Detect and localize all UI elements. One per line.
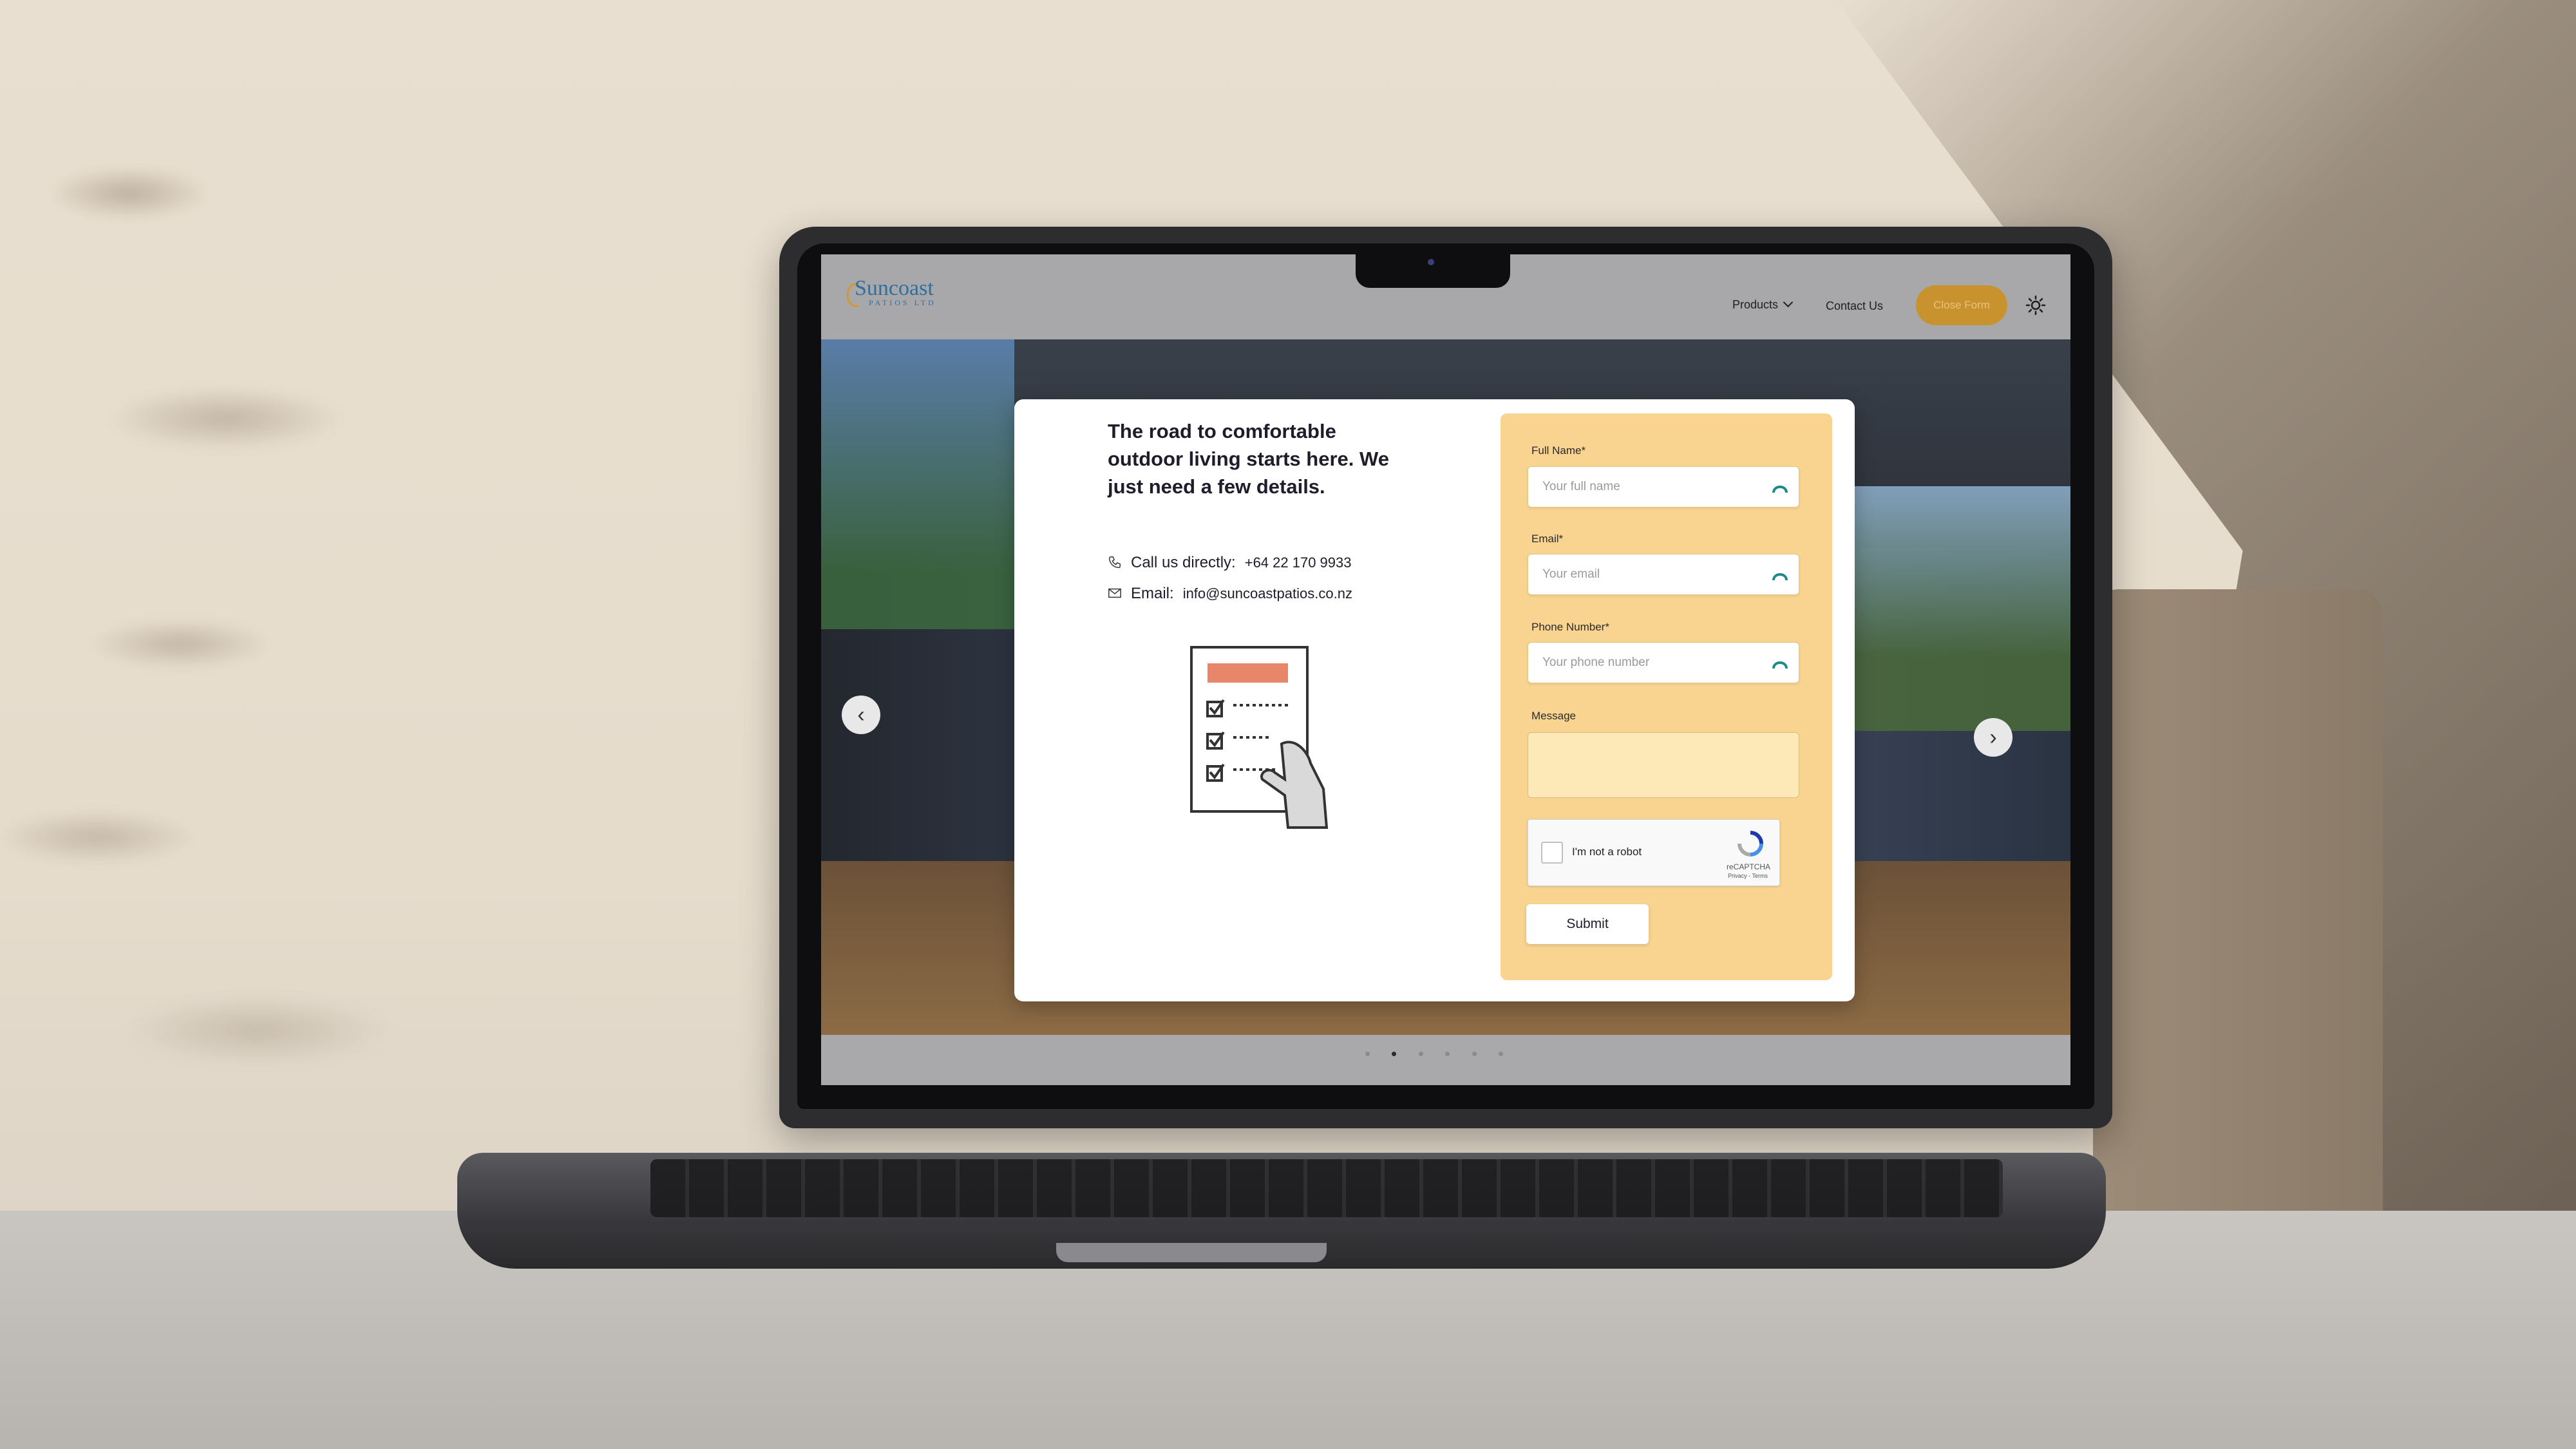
checklist-illustration-icon: [1190, 646, 1329, 829]
email-row: Email: info@suncoastpatios.co.nz: [1108, 585, 1352, 603]
slider-prev-button[interactable]: ‹: [842, 696, 880, 734]
hero-image-sky-left: [821, 339, 1014, 629]
phone-icon: [1109, 556, 1121, 568]
slider-dot-active[interactable]: [1392, 1052, 1397, 1056]
recaptcha-terms[interactable]: Privacy - Terms: [1728, 873, 1768, 879]
password-manager-icon[interactable]: [1772, 656, 1788, 670]
recaptcha-label: I'm not a robot: [1572, 846, 1642, 858]
sun-icon[interactable]: [2025, 295, 2046, 316]
slider-dots: [1356, 1048, 1513, 1059]
message-textarea[interactable]: [1528, 732, 1799, 798]
recaptcha-widget: I'm not a robot reCAPTCHA Privacy - Term…: [1528, 819, 1780, 886]
slider-next-button[interactable]: ›: [1974, 718, 2012, 757]
contact-form-modal: The road to comfortable outdoor living s…: [1014, 399, 1855, 1001]
password-manager-icon[interactable]: [1772, 480, 1788, 494]
slider-dot[interactable]: [1499, 1052, 1504, 1056]
email-placeholder: Your email: [1542, 567, 1600, 581]
slider-dot[interactable]: [1418, 1052, 1423, 1056]
logo-subtext: PATIOS LTD: [869, 298, 936, 307]
full-name-placeholder: Your full name: [1542, 480, 1620, 493]
laptop-screen: Suncoast PATIOS LTD Products Contact Us …: [821, 254, 2070, 1085]
leaf-shadow: [0, 0, 708, 1288]
call-row: Call us directly: +64 22 170 9933: [1108, 554, 1352, 572]
form-panel: Full Name* Your full name Email* Your em…: [1501, 413, 1832, 980]
laptop-front-notch: [1056, 1243, 1327, 1262]
email-field-label: Email*: [1531, 533, 1564, 545]
slider-dot[interactable]: [1445, 1052, 1450, 1056]
email-address[interactable]: info@suncoastpatios.co.nz: [1183, 585, 1352, 601]
laptop-keyboard: [650, 1159, 2003, 1217]
phone-field-label: Phone Number*: [1531, 621, 1609, 633]
message-label: Message: [1531, 710, 1576, 722]
background-box: [2093, 589, 2383, 1220]
recaptcha-checkbox[interactable]: [1541, 842, 1563, 864]
webcam: [1428, 259, 1434, 265]
nav-products-menu[interactable]: Products: [1732, 297, 1794, 312]
full-name-label: Full Name*: [1531, 444, 1586, 457]
email-label: Email:: [1131, 585, 1174, 602]
full-name-input[interactable]: Your full name: [1528, 466, 1799, 507]
recaptcha-brand: reCAPTCHA: [1726, 862, 1770, 871]
envelope-icon: [1108, 588, 1121, 598]
phone-placeholder: Your phone number: [1542, 656, 1650, 669]
logo-text: Suncoast: [855, 276, 934, 300]
call-label: Call us directly:: [1131, 554, 1236, 571]
phone-input[interactable]: Your phone number: [1528, 642, 1799, 683]
hero-image-sky-right: [1852, 486, 2070, 731]
nav-products-label: Products: [1732, 298, 1779, 311]
phone-number[interactable]: +64 22 170 9933: [1245, 554, 1352, 571]
slider-dot[interactable]: [1365, 1052, 1370, 1056]
recaptcha-icon: [1738, 831, 1763, 857]
close-form-button[interactable]: Close Form: [1916, 285, 2007, 325]
modal-heading: The road to comfortable outdoor living s…: [1108, 420, 1389, 498]
nav-contact-link[interactable]: Contact Us: [1826, 299, 1883, 313]
submit-button[interactable]: Submit: [1526, 904, 1649, 944]
chevron-down-icon: [1783, 297, 1794, 308]
password-manager-icon[interactable]: [1772, 567, 1788, 582]
slider-dot[interactable]: [1472, 1052, 1477, 1056]
email-input[interactable]: Your email: [1528, 554, 1799, 595]
site-logo[interactable]: Suncoast PATIOS LTD: [855, 276, 936, 308]
